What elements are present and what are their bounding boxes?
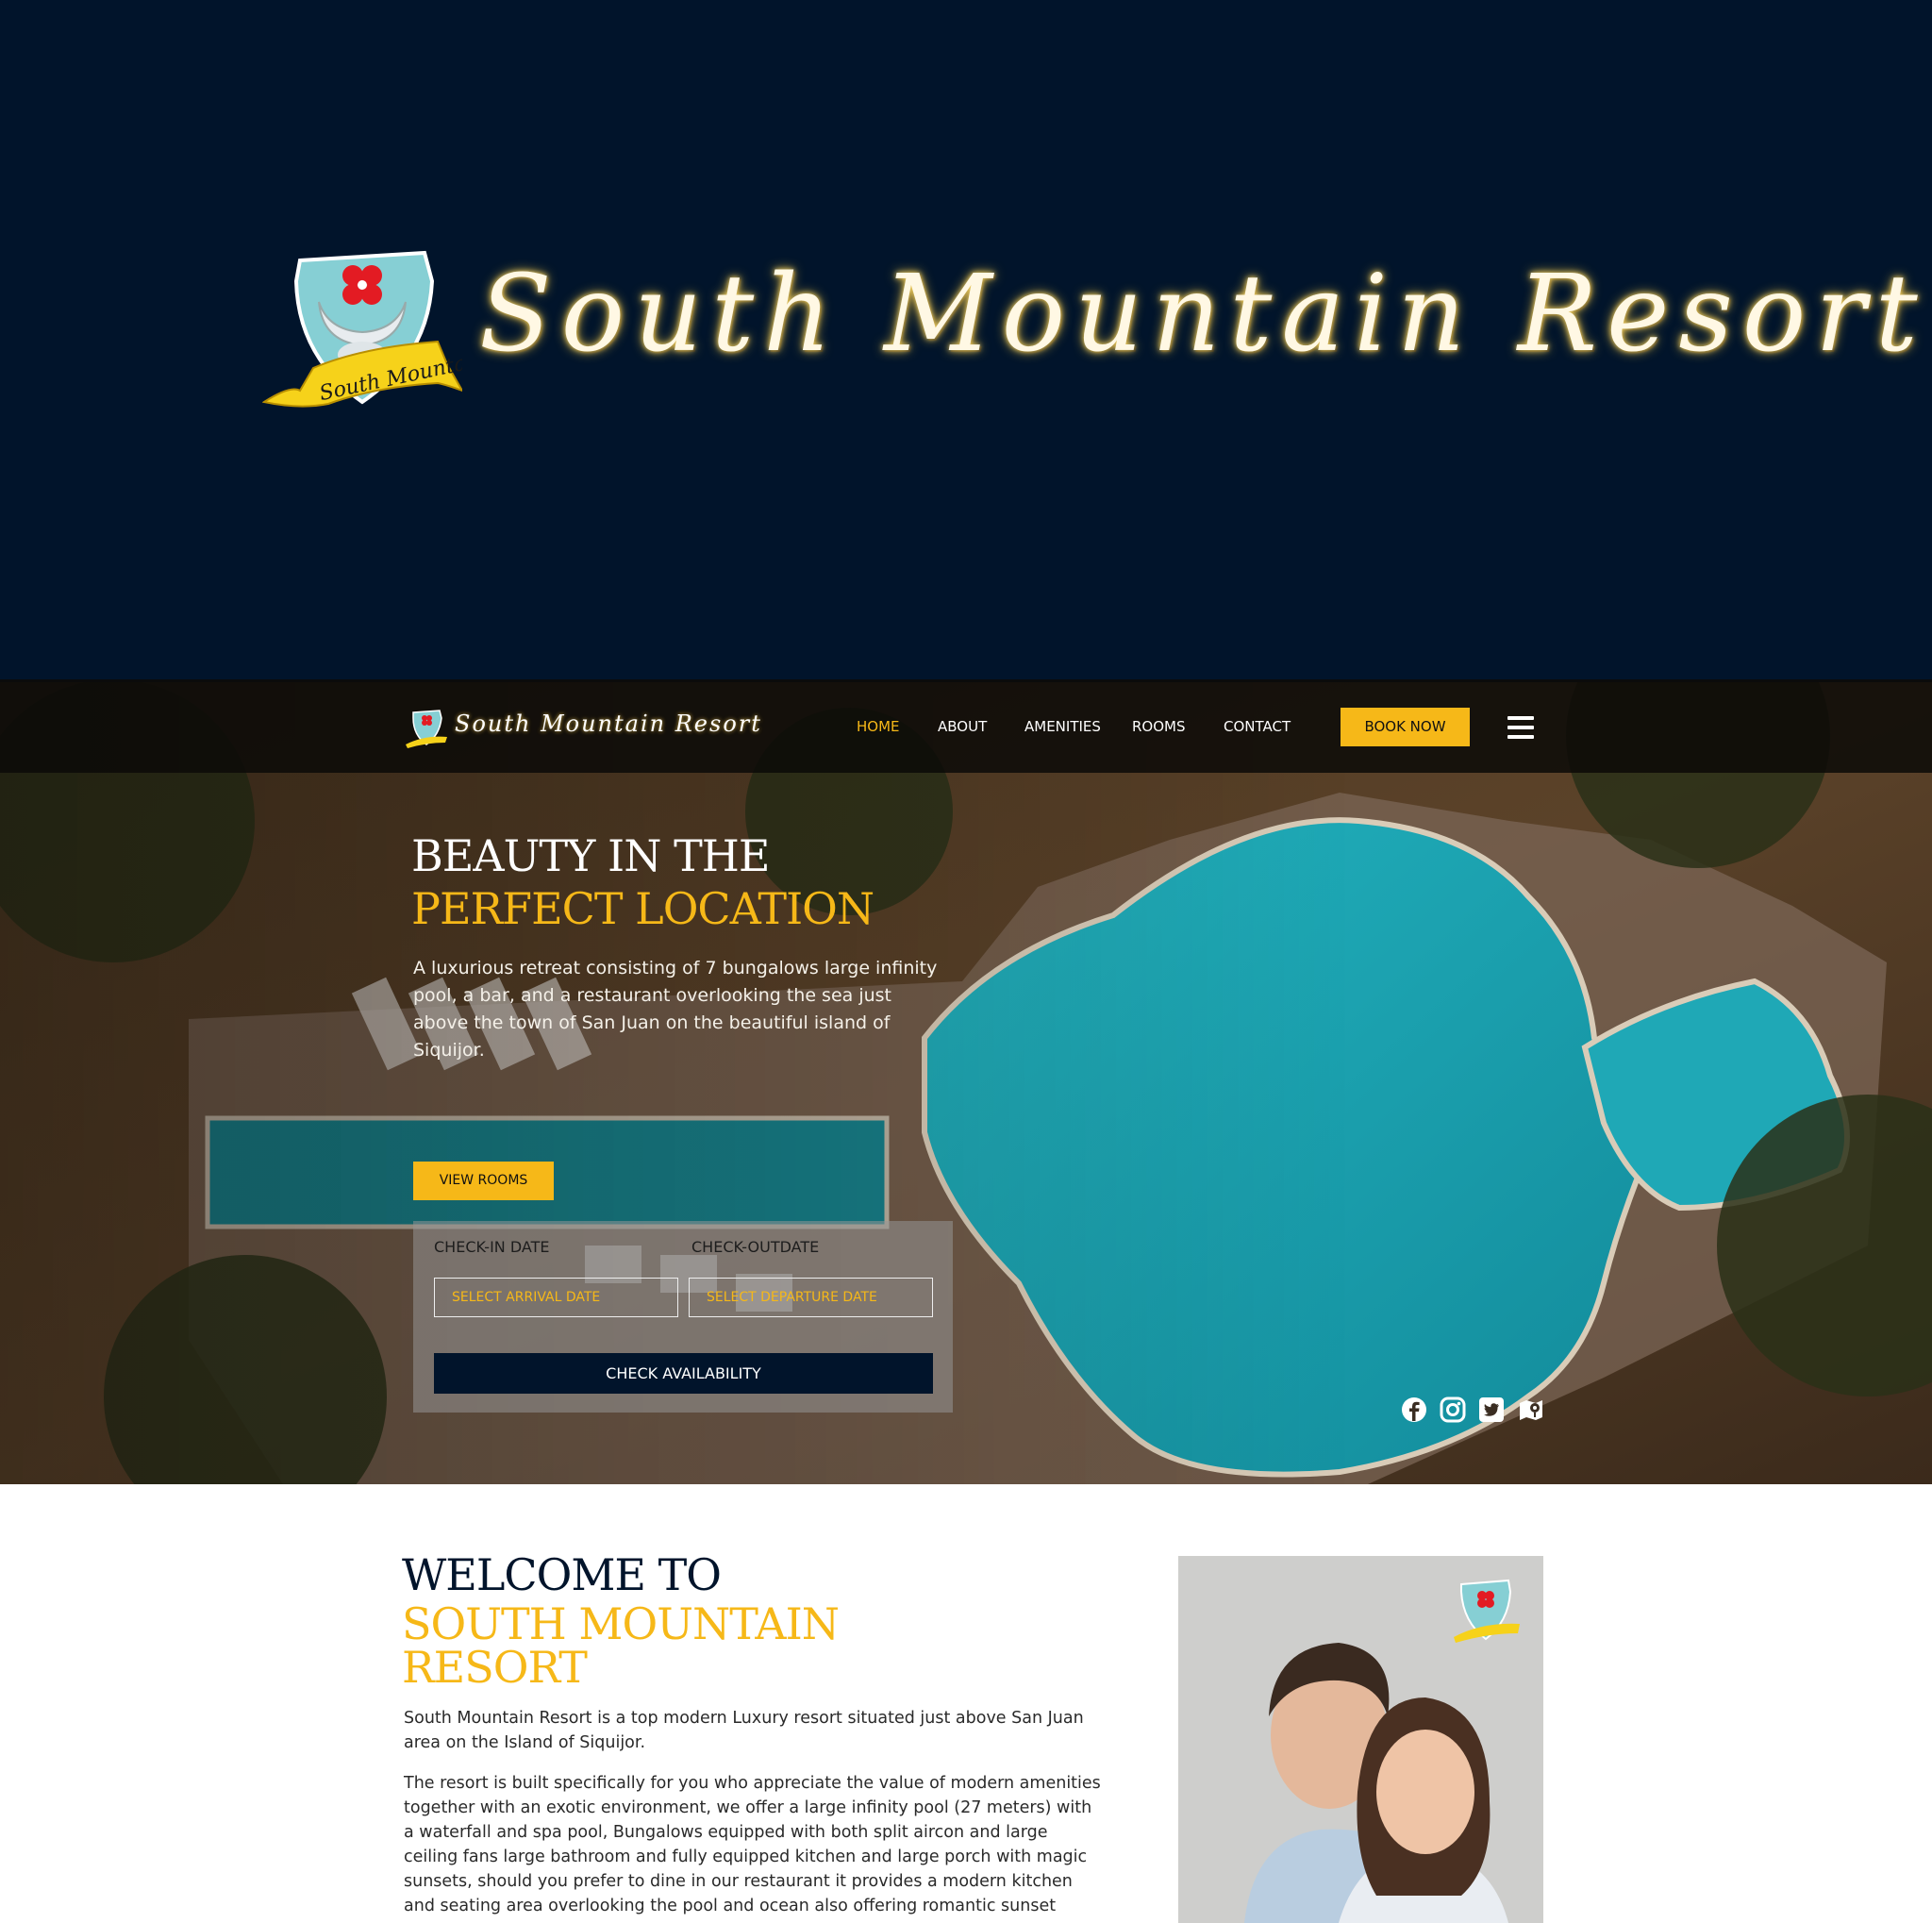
welcome-paragraph-1: South Mountain Resort is a top modern Lu…: [404, 1709, 1084, 1752]
hero-heading-line2: PERFECT LOCATION: [411, 883, 874, 934]
hero-description: A luxurious retreat consisting of 7 bung…: [413, 958, 938, 1061]
twitter-icon[interactable]: [1478, 1396, 1505, 1423]
check-availability-button[interactable]: CHECK AVAILABILITY: [434, 1353, 933, 1394]
welcome-paragraph-2: The resort is built specifically for you…: [404, 1774, 1101, 1915]
splash-title: South Mountain Resort: [479, 253, 1927, 376]
checkin-label: CHECK-IN DATE: [434, 1238, 550, 1256]
resort-crest-logo: South Mountain: [262, 250, 462, 408]
arrival-date-input[interactable]: [434, 1278, 678, 1317]
map-icon[interactable]: [1518, 1396, 1544, 1423]
nav-link-home[interactable]: HOME: [857, 718, 900, 735]
welcome-heading-line3: RESORT: [402, 1642, 588, 1693]
top-navbar: South Mountain Resort HOME ABOUT AMENITI…: [0, 679, 1932, 773]
couple-photo: [1178, 1556, 1543, 1923]
booking-form: CHECK-IN DATE CHECK-OUTDATE CHECK AVAILA…: [413, 1221, 953, 1413]
welcome-heading-line1: WELCOME TO: [402, 1549, 722, 1600]
facebook-icon[interactable]: [1401, 1396, 1427, 1423]
splash-screen: South Mountain South Mountain Resort: [0, 0, 1932, 679]
nav-link-amenities[interactable]: AMENITIES: [1024, 718, 1101, 735]
resort-crest-logo-small[interactable]: [406, 709, 447, 748]
hero-section: South Mountain Resort HOME ABOUT AMENITI…: [0, 679, 1932, 1484]
checkout-label: CHECK-OUTDATE: [691, 1238, 820, 1256]
book-now-button[interactable]: BOOK NOW: [1341, 708, 1470, 746]
nav-brand-title[interactable]: South Mountain Resort: [455, 711, 762, 737]
hero-heading-line1: BEAUTY IN THE: [411, 830, 770, 881]
view-rooms-button[interactable]: VIEW ROOMS: [413, 1162, 554, 1200]
hero-overlay: [0, 679, 1932, 1484]
instagram-icon[interactable]: [1440, 1396, 1466, 1423]
nav-link-about[interactable]: ABOUT: [938, 718, 987, 735]
nav-link-rooms[interactable]: ROOMS: [1132, 718, 1186, 735]
departure-date-input[interactable]: [689, 1278, 933, 1317]
hamburger-menu-icon[interactable]: [1507, 716, 1534, 739]
nav-link-contact[interactable]: CONTACT: [1224, 718, 1291, 735]
